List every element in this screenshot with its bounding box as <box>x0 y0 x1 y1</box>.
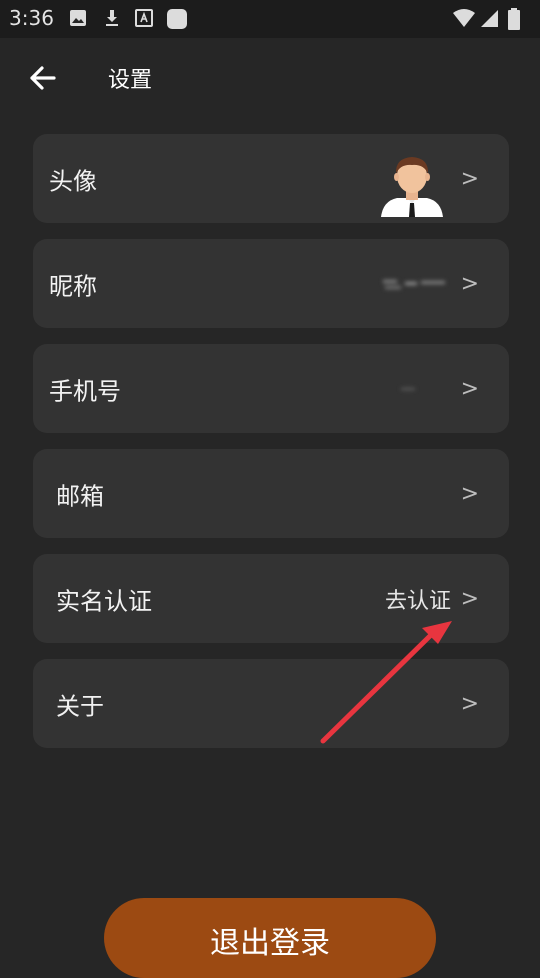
wifi-icon <box>453 9 475 27</box>
row-label: 邮箱 <box>56 482 104 510</box>
settings-row-email[interactable]: 邮箱 > <box>33 449 509 538</box>
redacted-value <box>383 279 445 289</box>
download-icon <box>106 10 118 26</box>
status-time: 3:36 <box>9 6 54 30</box>
settings-row-nickname[interactable]: 昵称 > <box>33 239 509 328</box>
chevron-right-icon: > <box>460 376 479 401</box>
row-label: 手机号 <box>49 377 121 405</box>
settings-list: 头像 > 昵称 > 手机号 > 邮箱 > 实名认证 去认证 > 关于 > <box>33 134 509 764</box>
arrow-left-icon <box>30 66 56 90</box>
verify-action-text: 去认证 <box>384 588 451 614</box>
row-label: 实名认证 <box>56 587 152 615</box>
image-icon <box>70 10 86 26</box>
app-icon <box>167 9 187 29</box>
row-label: 关于 <box>56 692 104 720</box>
avatar <box>381 157 443 217</box>
battery-icon <box>508 8 520 30</box>
font-icon <box>135 9 153 27</box>
chevron-right-icon: > <box>460 691 479 716</box>
row-label: 昵称 <box>49 272 97 300</box>
settings-row-about[interactable]: 关于 > <box>33 659 509 748</box>
status-bar: 3:36 <box>0 0 540 38</box>
chevron-right-icon: > <box>460 271 479 296</box>
chevron-right-icon: > <box>460 586 479 611</box>
settings-row-verification[interactable]: 实名认证 去认证 > <box>33 554 509 643</box>
chevron-right-icon: > <box>460 166 479 191</box>
settings-row-phone[interactable]: 手机号 > <box>33 344 509 433</box>
row-label: 头像 <box>49 167 97 195</box>
back-button[interactable] <box>18 56 66 100</box>
page-title: 设置 <box>108 68 153 93</box>
chevron-right-icon: > <box>460 481 479 506</box>
logout-button[interactable]: 退出登录 <box>104 898 436 978</box>
redacted-value <box>401 387 415 390</box>
logout-label: 退出登录 <box>210 926 330 961</box>
status-system-icons <box>452 8 532 30</box>
settings-row-avatar[interactable]: 头像 > <box>33 134 509 223</box>
header: 设置 <box>0 38 540 118</box>
signal-icon <box>481 10 498 27</box>
